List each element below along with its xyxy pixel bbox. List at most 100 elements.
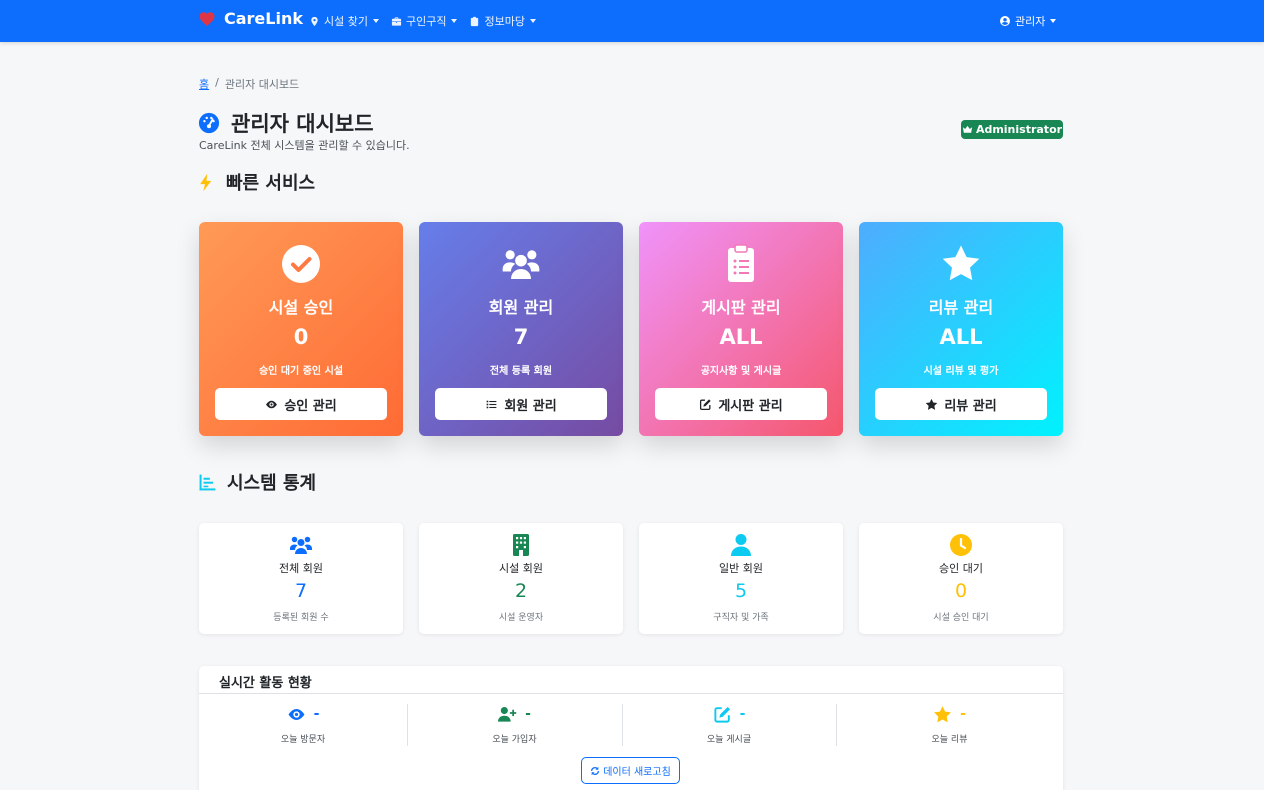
page-header: 관리자 대시보드 [198, 108, 374, 138]
stat-value: 0 [954, 580, 968, 602]
realtime-today-posts: - 오늘 게시글 [622, 704, 836, 746]
system-stats-heading: 시스템 통계 [198, 469, 316, 495]
quick-services-title: 빠른 서비스 [226, 173, 316, 194]
realtime-value: - [525, 706, 531, 722]
button-label: 리뷰 관리 [944, 398, 997, 414]
refresh-button-label: 데이터 새로고침 [603, 767, 671, 778]
breadcrumb: 홈 / 관리자 대시보드 [199, 76, 299, 92]
user-icon [731, 534, 751, 556]
bar-chart-icon [199, 474, 216, 490]
chevron-down-icon [451, 19, 458, 23]
refresh-icon [591, 766, 600, 775]
card-count: ALL [719, 325, 763, 349]
page-subtitle: CareLink 전체 시스템을 관리할 수 있습니다. [199, 139, 410, 152]
realtime-today-visitors: - 오늘 방문자 [199, 704, 407, 746]
eye-icon [266, 400, 278, 408]
board-manage-button[interactable]: 게시판 관리 [655, 388, 827, 420]
realtime-label: 오늘 리뷰 [931, 735, 968, 745]
review-management-card: 리뷰 관리 ALL 시설 리뷰 및 평가 리뷰 관리 [859, 222, 1063, 436]
user-menu[interactable]: 관리자 [999, 13, 1057, 29]
building-icon [513, 534, 529, 556]
admin-badge-label: Administrator [975, 123, 1063, 136]
button-label: 회원 관리 [504, 398, 557, 414]
page-title: 관리자 대시보드 [231, 112, 374, 136]
realtime-label: 오늘 게시글 [706, 735, 752, 745]
card-description: 전체 등록 회원 [489, 366, 553, 377]
realtime-today-signups: - 오늘 가입자 [407, 704, 622, 746]
brand-name: CareLink [224, 9, 303, 28]
location-pin-icon [311, 16, 318, 26]
top-navbar: CareLink 시설 찾기 구인구직 정보마당 관리자 [0, 0, 1264, 42]
star-icon [926, 398, 938, 410]
realtime-today-reviews: - 오늘 리뷰 [836, 704, 1063, 746]
card-description: 시설 리뷰 및 평가 [923, 366, 999, 377]
realtime-activity-title: 실시간 활동 현황 [199, 666, 1063, 694]
review-manage-button[interactable]: 리뷰 관리 [875, 388, 1047, 420]
member-manage-button[interactable]: 회원 관리 [435, 388, 607, 420]
stat-label: 승인 대기 [939, 562, 983, 575]
nav-item-jobs[interactable]: 구인구직 [391, 13, 458, 29]
realtime-value: - [313, 706, 320, 722]
facility-approval-card: 시설 승인 0 승인 대기 중인 시설 승인 관리 [199, 222, 403, 436]
realtime-value: - [739, 706, 746, 722]
system-stats-title: 시스템 통계 [227, 473, 317, 494]
user-plus-icon [498, 706, 517, 722]
stat-value: 5 [734, 580, 748, 602]
users-icon [290, 536, 312, 554]
lightning-bolt-icon [200, 173, 212, 191]
card-label: 리뷰 관리 [928, 298, 994, 317]
nav-item-label: 정보마당 [484, 15, 525, 28]
realtime-label: 오늘 방문자 [280, 735, 326, 745]
approval-manage-button[interactable]: 승인 관리 [215, 388, 387, 420]
dashboard-gauge-icon [198, 112, 220, 134]
realtime-value: - [960, 706, 966, 722]
breadcrumb-separator: / [215, 76, 219, 89]
admin-badge: Administrator [961, 120, 1063, 139]
edit-icon [700, 398, 711, 410]
chevron-down-icon [529, 19, 536, 23]
user-circle-icon [1000, 16, 1010, 26]
stat-caption: 시설 승인 대기 [933, 613, 989, 623]
stat-caption: 구직자 및 가족 [713, 613, 769, 623]
card-label: 회원 관리 [488, 298, 554, 317]
brand-logo[interactable]: CareLink [198, 9, 303, 28]
users-icon [502, 250, 540, 279]
quick-services-heading: 빠른 서비스 [197, 169, 315, 195]
nav-item-find-facility[interactable]: 시설 찾기 [309, 13, 379, 29]
realtime-activity-panel: 실시간 활동 현황 - 오늘 방문자 - 오늘 가입자 - 오늘 게시글 - 오… [199, 666, 1063, 790]
chevron-down-icon [372, 19, 379, 23]
heart-icon [199, 11, 215, 26]
check-circle-icon [282, 245, 320, 283]
card-label: 게시판 관리 [701, 298, 781, 317]
breadcrumb-home-link[interactable]: 홈 [199, 76, 209, 92]
star-icon [934, 705, 952, 722]
clipboard-icon [471, 16, 479, 26]
realtime-label: 오늘 가입자 [492, 735, 537, 745]
stat-value: 2 [514, 580, 528, 602]
card-count: ALL [939, 325, 983, 349]
chevron-down-icon [1050, 19, 1057, 23]
stat-card-pending-approval: 승인 대기 0 시설 승인 대기 [859, 523, 1063, 634]
button-label: 게시판 관리 [718, 398, 783, 414]
stat-label: 시설 회원 [499, 562, 543, 575]
briefcase-icon [391, 16, 402, 26]
user-name: 관리자 [1015, 15, 1046, 28]
stat-caption: 시설 운영자 [498, 613, 544, 623]
nav-item-label: 시설 찾기 [324, 15, 368, 28]
card-label: 시설 승인 [268, 298, 334, 317]
eye-icon [288, 708, 305, 720]
stat-label: 일반 회원 [719, 562, 763, 575]
star-icon [942, 245, 980, 281]
stat-card-facility-members: 시설 회원 2 시설 운영자 [419, 523, 623, 634]
crown-icon [962, 125, 973, 133]
stat-card-total-members: 전체 회원 7 등록된 회원 수 [199, 523, 403, 634]
button-label: 승인 관리 [284, 398, 337, 414]
board-management-card: 게시판 관리 ALL 공지사항 및 게시글 게시판 관리 [639, 222, 843, 436]
clipboard-list-icon [728, 244, 754, 282]
nav-item-info[interactable]: 정보마당 [469, 13, 536, 29]
list-icon [486, 400, 497, 408]
nav-item-label: 구인구직 [405, 15, 447, 28]
edit-icon [714, 706, 730, 723]
stat-value: 7 [294, 580, 308, 602]
refresh-data-button[interactable]: 데이터 새로고침 [581, 757, 680, 784]
